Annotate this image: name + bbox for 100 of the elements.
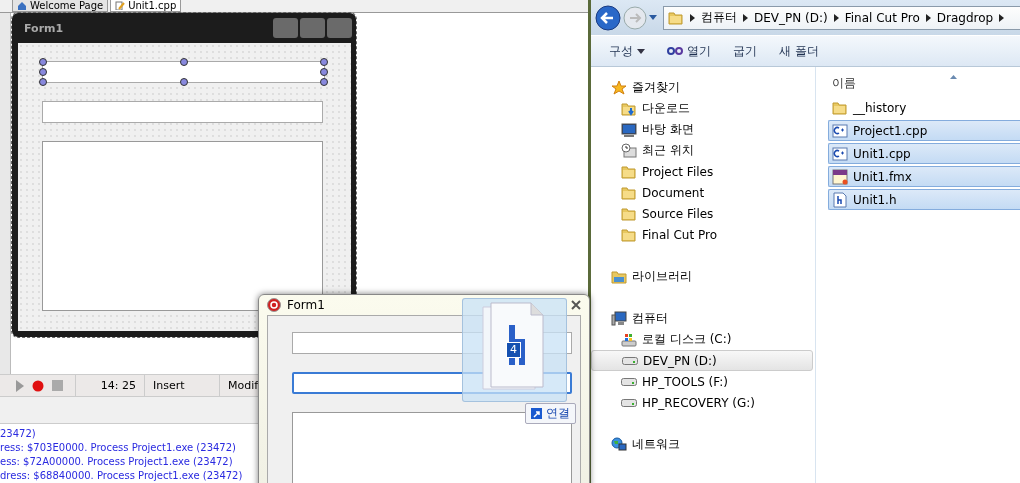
nav-item[interactable]: HP_TOOLS (F:) [591,371,815,392]
nav-item[interactable]: 라이브러리 [591,266,815,287]
nav-label: HP_RECOVERY (G:) [642,395,755,410]
header-file-icon [832,191,848,208]
cursor-position: 14: 25 [100,379,136,393]
nav-label: 로컬 디스크 (C:) [642,331,732,348]
tooltip-text: 연결 [546,405,570,422]
breadcrumb-item[interactable]: Final Cut Pro [844,10,920,25]
toolbar-button[interactable]: 굽기 [733,42,757,60]
cpp-file-icon [832,145,848,162]
star-icon [611,79,627,96]
toolbar-button[interactable]: 구성 [609,42,645,60]
resize-handle[interactable] [179,78,188,86]
nav-label: 즐겨찾기 [632,79,680,96]
nav-label: 컴퓨터 [632,310,668,327]
nav-item[interactable]: Document [591,182,815,203]
column-label: 이름 [832,75,856,92]
nav-item[interactable]: 컴퓨터 [591,308,815,329]
nav-label: 라이브러리 [632,268,692,285]
house-icon [17,1,27,10]
insert-mode: Insert [153,379,185,393]
editor-tab[interactable]: Welcome Page [12,0,109,12]
pencil-page-icon [115,1,126,10]
back-button-icon[interactable] [595,4,621,31]
dropdown-icon[interactable] [649,14,657,21]
nav-item[interactable]: DEV_PN (D:) [591,350,813,371]
nav-item[interactable]: Source Files [591,203,815,224]
form-file-icon [832,168,848,185]
nav-label: 최근 위치 [642,142,694,159]
record-icon[interactable] [32,379,44,392]
chevron-icon [833,13,839,22]
breadcrumb-item[interactable]: Dragdrop [936,10,994,25]
nav-label: 바탕 화면 [642,121,694,138]
nav-label: DEV_PN (D:) [643,353,717,368]
chevron-icon [925,13,931,22]
nav-item[interactable]: 로컬 디스크 (C:) [591,329,815,350]
file-name: Unit1.fmx [853,169,912,184]
sort-arrow-icon [950,75,957,79]
folder-arrow-icon [621,100,637,117]
message-line: ess: $72A00000. Process Project1.exe (23472) [0,455,234,469]
editor-tab[interactable]: Unit1.cpp [110,0,182,12]
folder-icon [621,205,637,222]
resize-handle[interactable] [179,58,188,66]
link-loops-icon [667,47,683,55]
file-item[interactable]: Project1.cpp [828,120,1020,141]
nav-item[interactable]: 바탕 화면 [591,119,815,140]
drive-icon [621,398,637,407]
folder-icon [621,184,637,201]
file-item[interactable]: Unit1.cpp [828,143,1020,164]
windows-drive-icon [621,331,637,348]
message-line: 23472) [0,427,37,441]
nav-label: 네트워크 [632,436,680,453]
shortcut-arrow-icon [531,408,542,419]
nav-item[interactable]: 네트워크 [591,434,815,455]
close-icon[interactable] [571,300,581,310]
nav-item[interactable]: Final Cut Pro [591,224,815,245]
computer-icon [611,310,627,327]
drive-icon [621,377,637,386]
file-item[interactable]: Unit1.fmx [828,166,1020,187]
app-icon [267,298,281,312]
drive-icon [622,356,638,365]
form-title: Form1 [24,21,64,35]
nav-item[interactable]: 다운로드 [591,98,815,119]
clock-computer-icon [621,142,637,159]
modified-state: Modif [228,379,259,393]
folder-icon [621,226,637,243]
window-title: Form1 [287,298,326,312]
nav-label: Project Files [642,164,714,179]
file-item[interactable]: Unit1.h [828,189,1020,210]
nav-label: Source Files [642,206,714,221]
breadcrumb-item[interactable]: DEV_PN (D:) [754,10,828,25]
toolbar-button[interactable]: 열기 [667,42,711,60]
chevron-icon [743,13,748,22]
toolbar-button[interactable]: 새 폴더 [779,42,819,60]
file-name: Unit1.cpp [853,146,911,161]
folder-icon [832,99,848,116]
file-item[interactable]: __history [828,97,1020,118]
chevron-icon [999,13,1005,22]
column-header[interactable]: 이름 [816,75,1020,97]
folder-icon [621,163,637,180]
nav-label: HP_TOOLS (F:) [642,374,728,389]
message-line: ress: $703E0000. Process Project1.exe (23472) [0,441,237,455]
message-line: dress: $68840000. Process Project1.exe (23472) [0,469,244,483]
library-folder-icon [611,268,627,285]
nav-item[interactable]: HP_RECOVERY (G:) [591,392,815,413]
monitor-icon [621,121,637,138]
globe-computer-icon [611,436,627,453]
file-name: Unit1.h [853,192,897,207]
nav-item[interactable]: 최근 위치 [591,140,815,161]
count-badge: 4 [506,342,521,358]
nav-label: Document [642,185,705,200]
caret-icon [637,48,645,54]
file-name: Project1.cpp [853,123,928,138]
cpp-file-icon [832,122,848,139]
address-bar[interactable]: 컴퓨터 DEV_PN (D:) Final Cut Pro Dragdrop [663,5,1020,30]
breadcrumb-item[interactable]: 컴퓨터 [701,9,737,26]
nav-item[interactable]: Project Files [591,161,815,182]
nav-item[interactable]: 즐겨찾기 [591,77,815,98]
nav-label: 다운로드 [642,100,690,117]
file-name: __history [853,100,907,115]
